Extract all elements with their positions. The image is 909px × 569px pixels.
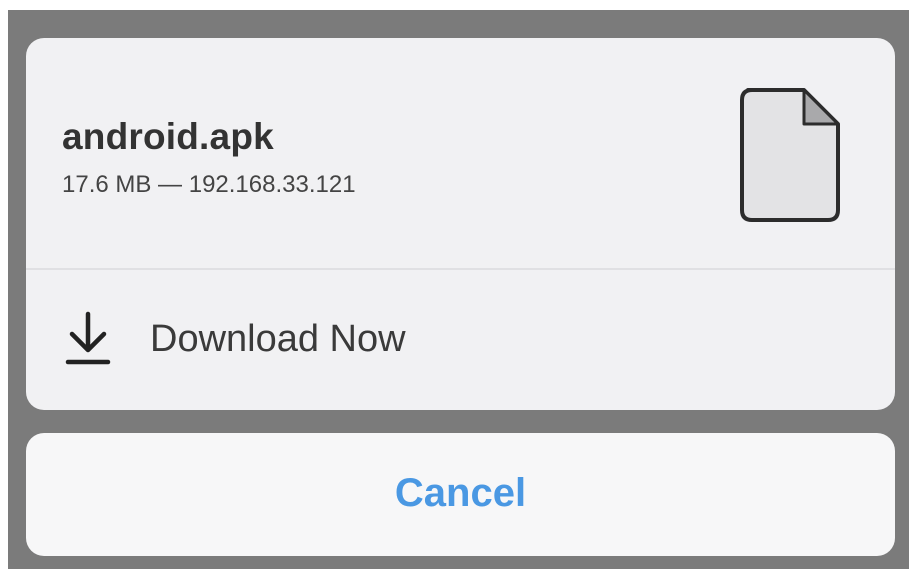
download-now-button[interactable]: Download Now [26, 270, 895, 410]
file-meta: 17.6 MB — 192.168.33.121 [62, 171, 356, 198]
document-icon [740, 88, 840, 222]
screen: android.apk 17.6 MB — 192.168.33.121 Dow… [0, 0, 909, 569]
download-action-sheet: android.apk 17.6 MB — 192.168.33.121 Dow… [26, 38, 895, 410]
cancel-button[interactable]: Cancel [26, 433, 895, 556]
file-name: android.apk [62, 116, 274, 157]
download-arrow-icon [65, 311, 111, 365]
file-info-section: android.apk 17.6 MB — 192.168.33.121 [26, 38, 895, 268]
download-now-label: Download Now [150, 318, 406, 360]
cancel-label: Cancel [394, 471, 527, 515]
